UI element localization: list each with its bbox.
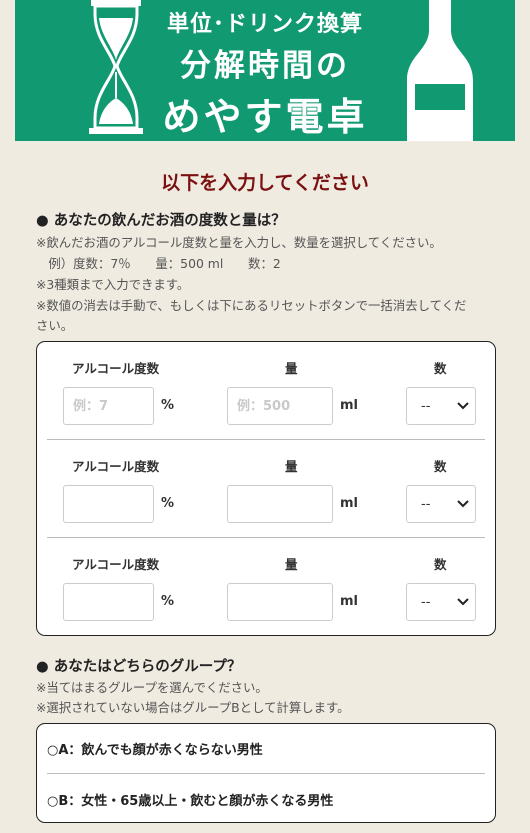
abv-input-3[interactable] <box>63 583 154 621</box>
amount-input-3[interactable] <box>227 583 333 621</box>
group-option-b[interactable]: ○B：女性・65歳以上・飲むと顔が赤くなる男性 <box>47 790 333 809</box>
count-label: 数 <box>434 557 447 572</box>
count-label: 数 <box>434 459 447 474</box>
app-title-line1: 単位･ドリンク換算 <box>166 12 363 37</box>
group-option-a[interactable]: ○A：飲んでも顔が赤くならない男性 <box>47 739 263 758</box>
abv-label: アルコール度数 <box>72 557 160 572</box>
ml-unit: ml <box>340 496 359 511</box>
question-drink-note: さい。 <box>36 318 74 333</box>
ml-unit: ml <box>340 594 359 609</box>
chevron-down-icon <box>457 500 469 508</box>
percent-unit: % <box>161 496 175 511</box>
app-title-line3: めやす電卓 <box>162 95 368 139</box>
amount-label: 量 <box>285 361 298 376</box>
option-divider <box>47 773 485 774</box>
drink-row-2: アルコール度数 量 数 % ml -- <box>37 440 497 538</box>
header-banner: 単位･ドリンク換算 分解時間の めやす電卓 <box>15 0 515 141</box>
ml-unit: ml <box>340 398 359 413</box>
abv-input-1[interactable] <box>63 387 154 425</box>
amount-input-1[interactable] <box>227 387 333 425</box>
question-drink-note: ※数値の消去は手動で、もしくは下にあるリセットボタンで一括消去してくだ <box>36 298 467 313</box>
instruction-heading: 以下を入力してください <box>161 172 369 194</box>
question-drink-note: ※飲んだお酒のアルコール度数と量を入力し、数量を選択してください。 <box>36 235 442 250</box>
amount-label: 量 <box>285 557 298 572</box>
count-select-1[interactable]: -- <box>406 387 476 425</box>
amount-label: 量 <box>285 459 298 474</box>
drink-input-card: アルコール度数 量 数 % ml -- アルコール度数 量 数 % ml -- <box>36 341 496 636</box>
radio-icon[interactable]: ○ <box>47 743 58 758</box>
group-select-card: ○A：飲んでも顔が赤くならない男性 ○B：女性・65歳以上・飲むと顔が赤くなる男… <box>36 723 496 823</box>
amount-input-2[interactable] <box>227 485 333 523</box>
percent-unit: % <box>161 594 175 609</box>
percent-unit: % <box>161 398 175 413</box>
abv-label: アルコール度数 <box>72 361 160 376</box>
chevron-down-icon <box>457 598 469 606</box>
count-select-value: -- <box>421 497 431 512</box>
abv-input-2[interactable] <box>63 485 154 523</box>
chevron-down-icon <box>457 402 469 410</box>
question-drink-note: ※3種類まで入力できます。 <box>36 277 190 292</box>
group-option-a-label: A：飲んでも顔が赤くならない男性 <box>58 743 263 758</box>
radio-icon[interactable]: ○ <box>47 794 58 809</box>
question-drink-title: ● あなたの飲んだお酒の度数と量は？ <box>36 213 286 229</box>
question-group-title: ● あなたはどちらのグループ？ <box>36 659 242 675</box>
count-select-2[interactable]: -- <box>406 485 476 523</box>
question-group-note: ※選択されていない場合はグループBとして計算します。 <box>36 700 350 715</box>
drink-row-3: アルコール度数 量 数 % ml -- <box>37 538 497 636</box>
count-select-value: -- <box>421 595 431 610</box>
count-label: 数 <box>434 361 447 376</box>
group-option-b-label: B：女性・65歳以上・飲むと顔が赤くなる男性 <box>58 794 334 809</box>
drink-row-1: アルコール度数 量 数 % ml -- <box>37 342 497 440</box>
abv-label: アルコール度数 <box>72 459 160 474</box>
question-drink-example: 例）度数：7％ 量：500 ml 数：2 <box>36 256 281 271</box>
count-select-value: -- <box>421 399 431 414</box>
app-title-line2: 分解時間の <box>180 48 350 84</box>
count-select-3[interactable]: -- <box>406 583 476 621</box>
question-group-note: ※当てはまるグループを選んでください。 <box>36 680 268 695</box>
